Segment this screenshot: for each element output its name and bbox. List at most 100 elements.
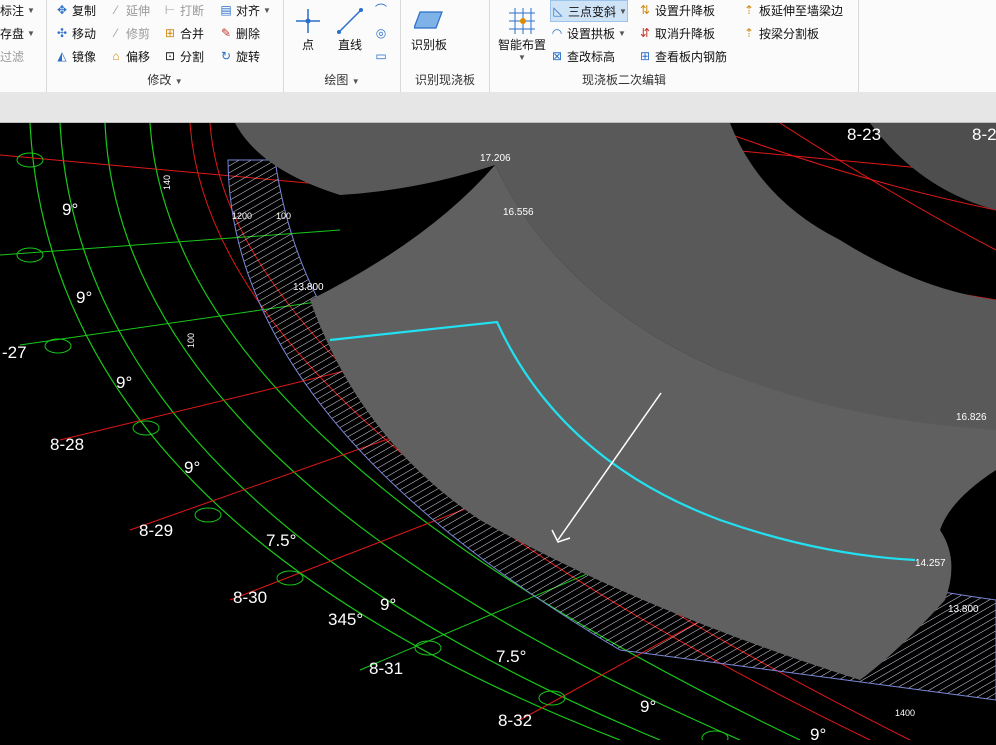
set-raise-lower-label: 设置升降板: [655, 3, 716, 18]
group-slab-edit: 智能布置 ▼ ◺ 三点变斜 ▼ ⇅ 设置升降板 ⇡ 板延伸至墙梁边 ◠ 设置拱板 ▼ ⇵ 取消…: [490, 0, 859, 92]
extend-to-wall-beam-label: 板延伸至墙梁边: [759, 3, 844, 18]
dim-label-4: 100: [186, 333, 196, 348]
chevron-down-icon: ▼: [263, 5, 271, 15]
axis-label-8-28: 8-28: [50, 435, 84, 454]
align-button[interactable]: ▤ 对齐 ▼: [219, 0, 271, 20]
eraser-icon: ✎: [220, 26, 232, 40]
group-identify: 识别板 识别现浇板: [401, 0, 490, 92]
rotate-button[interactable]: ↻ 旋转: [219, 46, 260, 66]
chevron-down-icon: ▼: [619, 6, 627, 16]
angle-label-4: 9°: [184, 458, 200, 477]
break-button[interactable]: ⊢ 打断: [163, 0, 204, 20]
delete-button[interactable]: ✎ 删除: [219, 23, 260, 43]
chevron-down-icon: ▼: [351, 77, 360, 86]
identify-slab-button[interactable]: 识别板: [411, 6, 447, 53]
mirror-button[interactable]: ◭ 镜像: [55, 46, 96, 66]
rectangle-button[interactable]: ▭: [374, 46, 388, 66]
set-arch-button[interactable]: ◠ 设置拱板 ▼: [550, 23, 626, 43]
angle-label-7: 7.5°: [496, 647, 526, 666]
chevron-down-icon: ▼: [27, 28, 35, 38]
group-modify-title-text: 修改: [147, 73, 172, 87]
cad-drawing[interactable]: 8-23 8-2 -27 8-28 8-29 8-30 8-31 8-32 9°…: [0, 122, 996, 745]
filter-button[interactable]: 过滤: [0, 46, 24, 66]
save-curve-button[interactable]: 存盘 ▼: [0, 23, 35, 43]
slope-icon: ◺: [553, 4, 563, 18]
split-icon: ⊡: [164, 49, 176, 63]
arc-icon: ⌒: [374, 3, 387, 17]
grid-layout-icon: [506, 6, 538, 36]
split-beam-icon: ⇡: [743, 26, 755, 40]
circle-icon: ◎: [375, 26, 387, 40]
point-button[interactable]: 点: [292, 6, 324, 53]
point-label: 点: [301, 38, 314, 52]
check-elevation-label: 查改标高: [567, 49, 616, 64]
rotate-label: 旋转: [236, 49, 261, 64]
extend-button[interactable]: ⁄ 延伸: [109, 0, 150, 20]
delete-label: 删除: [236, 26, 261, 41]
set-arch-label: 设置拱板: [567, 26, 616, 41]
group-slab-edit-title: 现浇板二次编辑: [581, 73, 666, 87]
smart-layout-button[interactable]: 智能布置 ▼: [498, 6, 546, 62]
three-point-slope-label: 三点变斜: [568, 4, 617, 19]
dim-label-1: 1200: [232, 211, 252, 221]
elevation-label-5: 14.257: [915, 558, 946, 569]
axis-label-8-30: 8-30: [233, 588, 267, 607]
align-label: 对齐: [236, 3, 261, 18]
elevation-label-1: 17.206: [480, 153, 511, 164]
angle-label-1: 9°: [62, 200, 78, 219]
merge-button[interactable]: ⊞ 合并: [163, 23, 204, 43]
dim-label-5: 1400: [895, 708, 915, 718]
cad-viewport[interactable]: 8-23 8-2 -27 8-28 8-29 8-30 8-31 8-32 9°…: [0, 122, 996, 745]
offset-button[interactable]: ⌂ 偏移: [109, 46, 150, 66]
split-by-beam-button[interactable]: ⇡ 按梁分割板: [742, 23, 819, 43]
set-raise-lower-button[interactable]: ⇅ 设置升降板: [638, 0, 715, 20]
rectangle-icon: ▭: [375, 49, 387, 63]
group-modify-title: 修改 ▼: [47, 71, 283, 88]
extend-slab-icon: ⇡: [743, 3, 755, 17]
view-rebar-label: 查看板内钢筋: [655, 49, 728, 64]
elevation-label-4: 16.826: [956, 412, 987, 423]
arch-icon: ◠: [551, 26, 563, 40]
angle-label-5: 7.5°: [266, 531, 296, 550]
elevation-label-6: 13.800: [948, 604, 979, 615]
axis-label-8-29: 8-29: [139, 521, 173, 540]
identify-slab-label: 识别板: [411, 38, 448, 52]
extend-label: 延伸: [126, 3, 151, 18]
move-icon: ✣: [56, 26, 68, 40]
group-draw-title: 绘图 ▼: [284, 71, 400, 88]
move-label: 移动: [72, 26, 97, 41]
cancel-raise-lower-button[interactable]: ⇵ 取消升降板: [638, 23, 715, 43]
extend-to-wall-beam-button[interactable]: ⇡ 板延伸至墙梁边: [742, 0, 843, 20]
cancel-raise-lower-label: 取消升降板: [655, 26, 716, 41]
copy-label: 复制: [72, 3, 97, 18]
angle-label-9: 345°: [328, 610, 363, 629]
group-modify: ✥ 复制 ⁄ 延伸 ⊢ 打断 ▤ 对齐 ▼ ✣ 移动 ⁄ 修剪 ⊞ 合并 ✎ 删除 ◭ 镜像 ⌂ 偏移: [47, 0, 284, 92]
line-label: 直线: [337, 38, 362, 52]
elevation-icon: ⊠: [551, 49, 563, 63]
copy-button[interactable]: ✥ 复制: [55, 0, 96, 20]
chevron-down-icon: ▼: [618, 28, 626, 38]
extend-icon: ⁄: [114, 3, 117, 17]
arc-button[interactable]: ⌒: [374, 0, 388, 20]
axis-label-8-31: 8-31: [369, 659, 403, 678]
three-point-slope-button[interactable]: ◺ 三点变斜 ▼: [550, 0, 628, 22]
cancel-raise-icon: ⇵: [639, 26, 651, 40]
axis-label-27: -27: [2, 343, 27, 362]
trim-button[interactable]: ⁄ 修剪: [109, 23, 150, 43]
align-icon: ▤: [220, 3, 232, 17]
circle-button[interactable]: ◎: [374, 23, 388, 43]
rotate-icon: ↻: [220, 49, 232, 63]
split-button[interactable]: ⊡ 分割: [163, 46, 204, 66]
axis-label-8-32: 8-32: [498, 711, 532, 730]
move-button[interactable]: ✣ 移动: [55, 23, 96, 43]
view-rebar-button[interactable]: ⊞ 查看板内钢筋: [638, 46, 727, 66]
elevation-label-2: 16.556: [503, 207, 534, 218]
group-partial-left: 标注 ▼ 存盘 ▼ 过滤: [0, 0, 47, 92]
line-button[interactable]: 直线: [334, 6, 366, 53]
group-draw: 点 直线 ⌒ ◎ ▭ 绘图 ▼: [284, 0, 401, 92]
dim-label-2: 100: [276, 211, 291, 221]
group-draw-title-text: 绘图: [324, 73, 349, 87]
annotation-button[interactable]: 标注 ▼: [0, 0, 35, 20]
check-elevation-button[interactable]: ⊠ 查改标高: [550, 46, 615, 66]
axis-label-8-2: 8-2: [972, 125, 996, 144]
